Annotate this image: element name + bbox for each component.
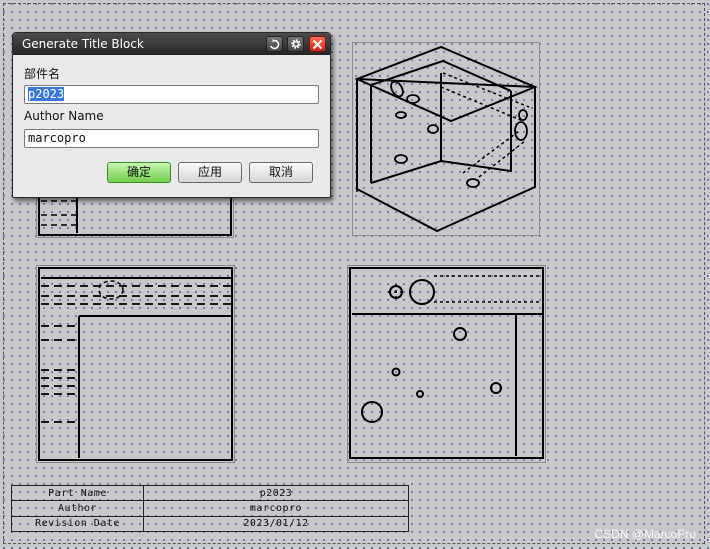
title-label-part-name: Part Name — [11, 484, 144, 502]
part-name-input-value: p2023 — [28, 87, 65, 101]
reset-button[interactable] — [266, 36, 283, 52]
title-value-revision-date: 2023/01/12 — [143, 515, 409, 533]
reset-icon — [269, 35, 280, 54]
title-label-revision-date: Revision Date — [11, 515, 144, 533]
ok-button[interactable]: 确定 — [107, 162, 171, 183]
apply-button[interactable]: 应用 — [178, 162, 242, 183]
author-name-input-value: marcopro — [28, 131, 86, 145]
title-label-author: Author — [11, 500, 144, 517]
front-view-geometry — [38, 267, 233, 461]
title-row-revision-date: Revision Date 2023/01/12 — [11, 515, 409, 533]
author-name-input[interactable]: marcopro — [24, 129, 319, 148]
author-name-label: Author Name — [24, 109, 104, 123]
settings-gear-icon — [290, 35, 302, 54]
title-row-author: Author marcopro — [11, 500, 409, 517]
part-name-label: 部件名 — [24, 67, 61, 81]
close-button[interactable] — [309, 36, 326, 52]
isometric-view-geometry — [354, 45, 538, 233]
drawing-view-isometric[interactable] — [352, 42, 540, 236]
drawing-view-top[interactable] — [347, 265, 546, 463]
top-view-geometry — [349, 267, 544, 459]
settings-button[interactable] — [287, 36, 304, 52]
watermark: CSDN @MarcoPro — [594, 527, 696, 541]
close-icon — [312, 35, 323, 54]
cancel-button[interactable]: 取消 — [249, 162, 313, 183]
dialog-title: Generate Title Block — [22, 37, 144, 51]
title-value-author: marcopro — [143, 500, 409, 517]
title-row-part-name: Part Name p2023 — [11, 484, 409, 502]
dialog-button-row: 确定 应用 取消 — [13, 162, 330, 184]
title-block-table: Part Name p2023 Author marcopro Revision… — [11, 484, 409, 533]
generate-title-block-dialog: Generate Title Block 部件名 p2023 Author Na… — [12, 32, 331, 198]
title-value-part-name: p2023 — [143, 484, 409, 502]
drawing-view-front[interactable] — [36, 265, 235, 463]
dialog-titlebar[interactable]: Generate Title Block — [13, 33, 330, 55]
part-name-input[interactable]: p2023 — [24, 85, 319, 104]
